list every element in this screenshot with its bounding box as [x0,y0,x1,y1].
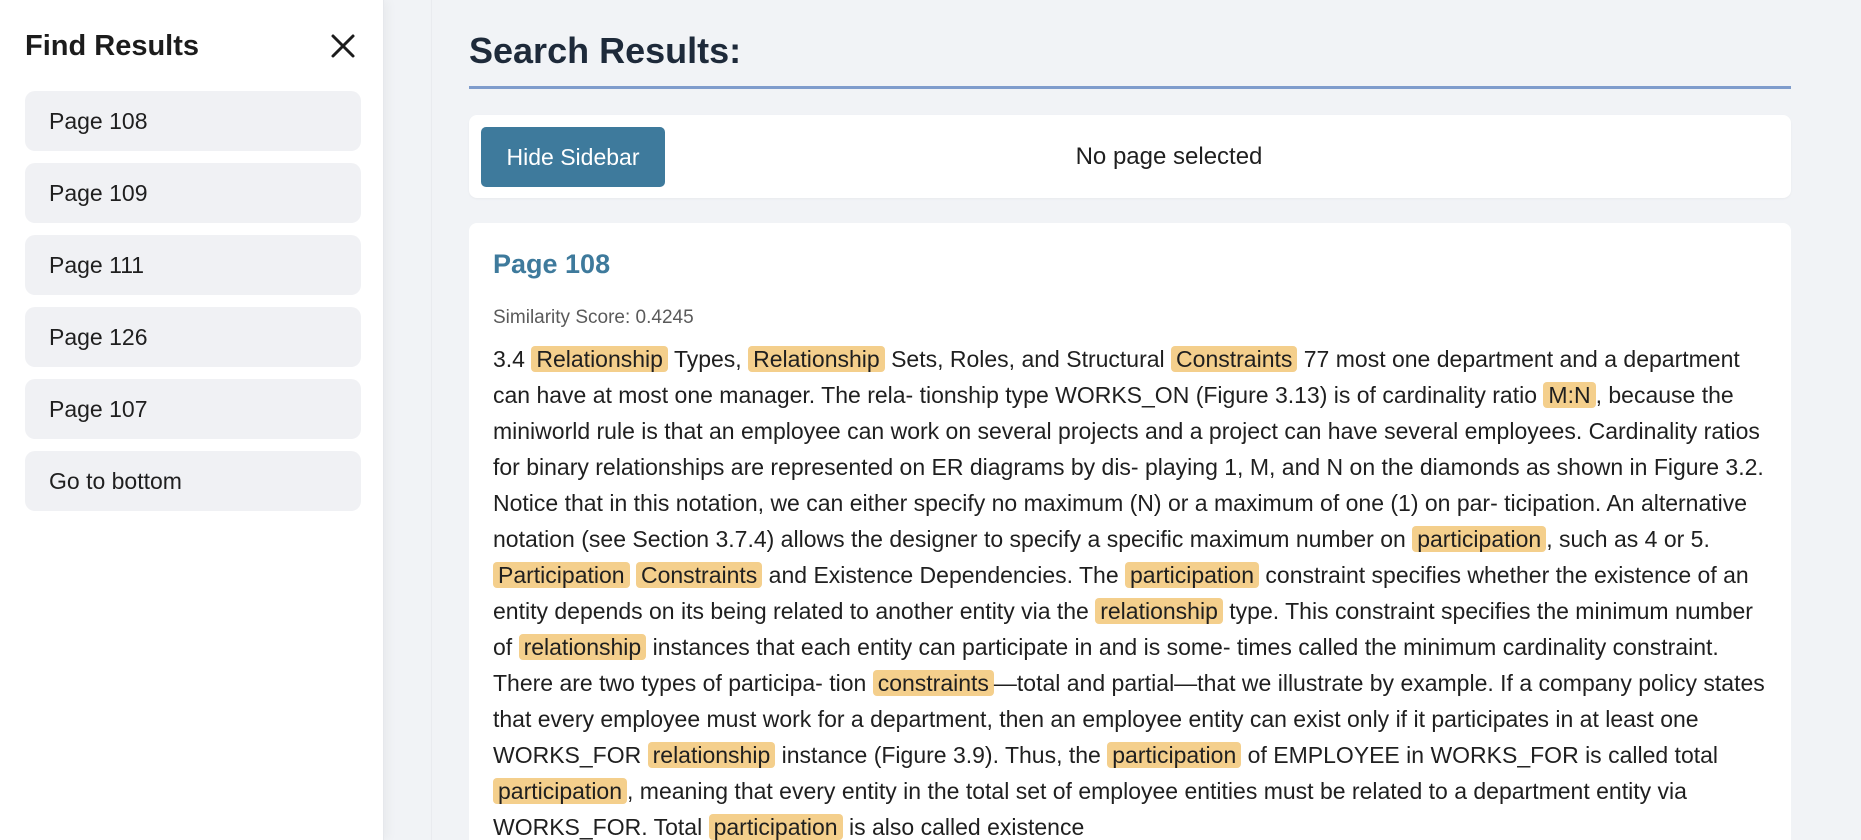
sidebar-title: Find Results [25,30,200,62]
results-toolbar: Hide Sidebar No page selected [469,115,1791,198]
sidebar-header: Find Results [25,26,361,66]
result-item-page-109[interactable]: Page 109 [25,163,361,223]
excerpt-text: Sets, Roles, and Structural [884,346,1172,372]
highlighted-term: Constraints [635,562,763,588]
title-divider [469,86,1791,89]
highlighted-term: constraints [872,670,994,696]
result-item-page-108[interactable]: Page 108 [25,91,361,151]
app-window: Find Results Page 108 Page 109 Page 111 … [0,0,1861,840]
result-page-link[interactable]: Page 108 [493,249,610,280]
hide-sidebar-button[interactable]: Hide Sidebar [481,127,665,187]
search-results-panel: Search Results: Hide Sidebar No page sel… [431,0,1861,840]
result-card: Page 108 Similarity Score: 0.4245 3.4 Re… [469,223,1791,840]
highlighted-term: Relationship [748,346,885,372]
excerpt-text: , meaning that every entity in the total… [493,778,1687,840]
highlighted-term: M:N [1543,382,1596,408]
highlighted-term: relationship [1095,598,1223,624]
find-results-sidebar: Find Results Page 108 Page 109 Page 111 … [0,0,384,840]
similarity-score: Similarity Score: 0.4245 [493,307,694,328]
page-title: Search Results: [469,30,742,71]
highlighted-term: participation [493,778,628,804]
highlighted-term: relationship [518,634,647,660]
highlighted-term: participation [1107,742,1242,768]
result-item-page-126[interactable]: Page 126 [25,307,361,367]
highlighted-term: participation [1125,562,1260,588]
result-excerpt: 3.4 Relationship Types, Relationship Set… [493,341,1771,840]
go-to-bottom-button[interactable]: Go to bottom [25,451,361,511]
highlighted-term: relationship [647,742,776,768]
result-list: Page 108 Page 109 Page 111 Page 126 Page… [25,91,361,523]
excerpt-text: and Existence Dependencies. The [762,562,1125,588]
excerpt-text: of EMPLOYEE in WORKS_FOR is called total [1241,742,1719,768]
result-item-page-111[interactable]: Page 111 [25,235,361,295]
close-sidebar-button[interactable] [325,28,361,64]
excerpt-text: instance (Figure 3.9). Thus, the [775,742,1108,768]
highlighted-term: participation [1412,526,1547,552]
result-item-page-107[interactable]: Page 107 [25,379,361,439]
page-status-text: No page selected [1075,143,1263,170]
highlighted-term: Constraints [1171,346,1298,372]
excerpt-text: is also called existence [842,814,1085,840]
excerpt-text [630,562,636,588]
highlighted-term: participation [708,814,843,840]
excerpt-text: 3.4 [493,346,532,372]
excerpt-text: , such as 4 or 5. [1546,526,1710,552]
close-icon [331,34,355,58]
highlighted-term: Relationship [531,346,668,372]
highlighted-term: Participation [493,562,630,588]
excerpt-text: Types, [667,346,749,372]
